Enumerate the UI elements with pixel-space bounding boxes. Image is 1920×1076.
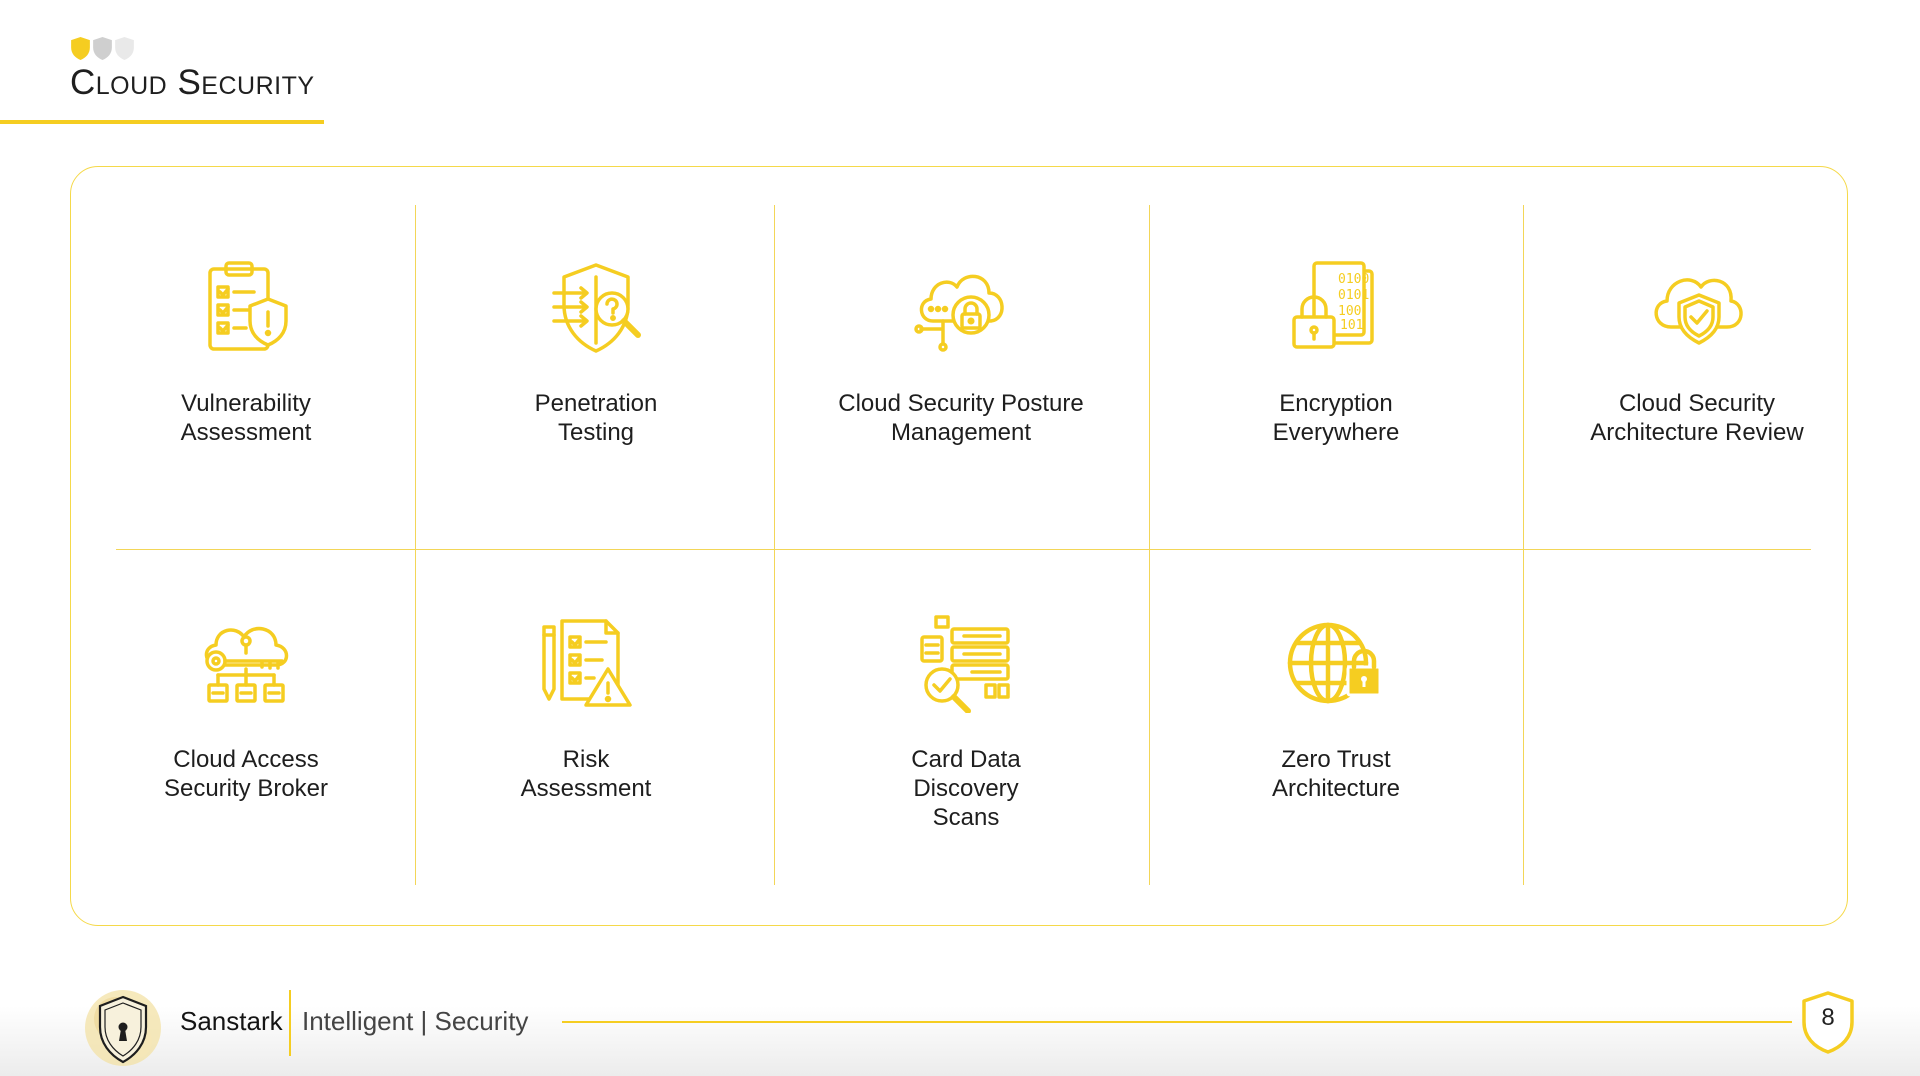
service-label: Encryption Everywhere	[1272, 390, 1400, 446]
service-vulnerability-assessment: Vulnerability Assessment	[96, 257, 396, 447]
svg-text:0101: 0101	[1338, 288, 1369, 303]
service-zero-trust-architecture: Zero Trust Architecture	[1186, 613, 1486, 803]
service-label: Card Data Discovery Scans	[911, 746, 1021, 831]
title-underline	[0, 120, 324, 124]
grid-divider	[774, 205, 775, 885]
brand-logo-shield-icon	[85, 990, 161, 1066]
service-label: Cloud Access Security Broker	[163, 746, 329, 802]
grid-divider	[415, 205, 416, 885]
grid-divider	[1523, 205, 1524, 885]
svg-text:0100: 0100	[1338, 272, 1369, 287]
cloud-key-network-icon	[204, 626, 289, 703]
grid-divider	[1149, 205, 1150, 885]
svg-text:101: 101	[1340, 318, 1363, 333]
page-title: Cloud Security	[70, 63, 315, 102]
services-panel: Vulnerability Assessment Penetration Tes…	[70, 166, 1848, 926]
service-label: Risk Assessment	[520, 746, 652, 802]
svg-text:100: 100	[1338, 304, 1361, 319]
service-label: Cloud Security Architecture Review	[1590, 390, 1804, 446]
page-number: 8	[1821, 1004, 1835, 1031]
footer-separator	[289, 990, 291, 1056]
service-card-data-discovery-scans: Card Data Discovery Scans	[816, 613, 1116, 832]
footer-rule	[562, 1021, 1792, 1023]
service-cloud-security-architecture-review: Cloud Security Architecture Review	[1547, 257, 1847, 447]
database-search-icon	[920, 615, 1010, 713]
shield-icon-grey	[93, 37, 112, 60]
brand-name: Sanstark	[180, 1006, 283, 1036]
shield-icon-light	[115, 37, 134, 60]
cloud-shield-check-icon	[1654, 278, 1743, 345]
document-warning-icon	[542, 619, 632, 707]
grid-divider	[116, 549, 1811, 550]
service-cloud-security-posture-management: Cloud Security Posture Management	[811, 257, 1111, 447]
page-number-badge: 8	[1800, 990, 1856, 1054]
service-label: Cloud Security Posture Management	[838, 390, 1084, 446]
binary-file-lock-icon: 0100 0101 100 101	[1292, 261, 1374, 349]
service-penetration-testing: Penetration Testing	[446, 257, 746, 447]
globe-lock-icon	[1287, 622, 1382, 704]
footer-background	[0, 1006, 1920, 1076]
shield-icon-filled	[71, 37, 90, 60]
service-label: Penetration Testing	[534, 390, 658, 446]
service-cloud-access-security-broker: Cloud Access Security Broker	[96, 613, 396, 803]
clipboard-shield-icon	[208, 261, 288, 351]
header-shield-dots	[70, 36, 135, 61]
service-label: Vulnerability Assessment	[180, 390, 312, 446]
shield-search-icon	[552, 263, 641, 353]
cloud-lock-icon	[914, 274, 1004, 352]
brand-tagline: Intelligent | Security	[302, 1006, 529, 1036]
service-label: Zero Trust Architecture	[1271, 746, 1401, 802]
service-risk-assessment: Risk Assessment	[436, 613, 736, 803]
service-encryption-everywhere: 0100 0101 100 101 Encryption Everywhere	[1186, 257, 1486, 447]
